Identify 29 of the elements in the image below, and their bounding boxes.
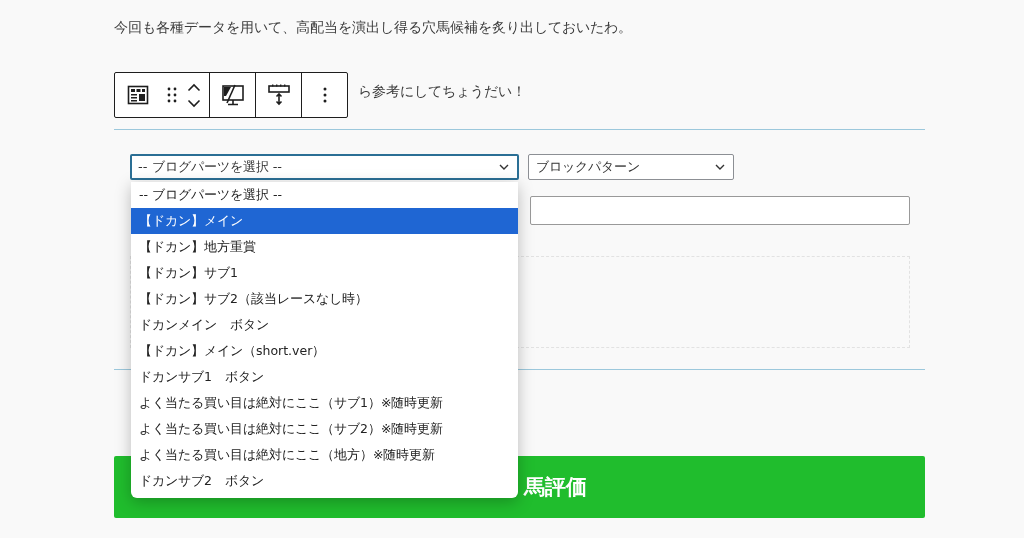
monitor-slash-icon [220, 84, 245, 106]
chevron-up-icon [187, 82, 201, 92]
pattern-select[interactable]: ブロックパターン [528, 154, 734, 180]
dropdown-option[interactable]: 【ドカン】メイン（short.ver） [131, 338, 518, 364]
dropdown-option[interactable]: 【ドカン】サブ2（該当レースなし時） [131, 286, 518, 312]
paragraph: ら参考にしてちょうだい！ [358, 82, 526, 101]
dropdown-option[interactable]: 【ドカン】地方重賞 [131, 234, 518, 260]
dropdown-option[interactable]: ドカンサブ1 ボタン [131, 364, 518, 390]
spacing-icon [266, 84, 291, 106]
chevron-down-icon [715, 164, 725, 170]
dropdown-option[interactable]: ドカンメイン ボタン [131, 312, 518, 338]
move-up-button[interactable] [187, 81, 201, 93]
text-field[interactable] [530, 196, 910, 225]
chevron-down-icon [187, 98, 201, 108]
dropdown-option[interactable]: よく当たる買い目は絶対にここ（地方）※随時更新 [131, 442, 518, 468]
dropdown-option[interactable]: ドカンサブ2 ボタン [131, 468, 518, 494]
drag-icon [167, 87, 177, 103]
dropdown-option[interactable]: 【ドカン】メイン [131, 208, 518, 234]
parts-select[interactable]: -- ブログパーツを選択 -- [130, 154, 519, 180]
chevron-down-icon [499, 164, 509, 170]
paragraph: 今回も各種データを用いて、高配当を演出し得る穴馬候補を炙り出しておいたわ。 [114, 18, 633, 37]
layout-icon [127, 85, 149, 105]
dropdown-option[interactable]: よく当たる買い目は絶対にここ（サブ1）※随時更新 [131, 390, 518, 416]
dropdown-option[interactable]: 【ドカン】サブ1 [131, 260, 518, 286]
heading-text: 馬評価 [524, 474, 587, 501]
dropdown-option[interactable]: -- ブログパーツを選択 -- [131, 182, 518, 208]
more-icon [322, 87, 327, 103]
dropdown-option[interactable]: よく当たる買い目は絶対にここ（サブ2）※随時更新 [131, 416, 518, 442]
move-down-button[interactable] [187, 97, 201, 109]
